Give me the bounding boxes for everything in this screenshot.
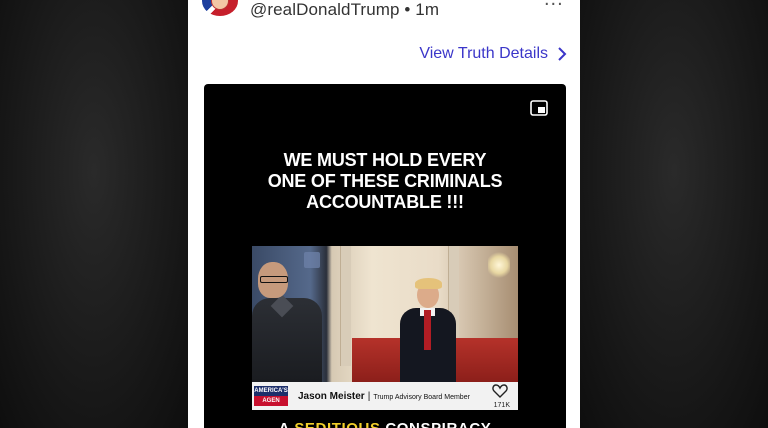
avatar[interactable] [202,0,238,16]
video-caption: A SEDITIOUS CONSPIRACY [204,420,566,428]
speaker-hair [415,278,442,289]
truth-post-card: @realDonaldTrump • 1m ... View Truth Det… [188,0,580,428]
pillar [340,246,351,366]
nameplate-divider: | [367,391,371,402]
more-options-button[interactable]: ... [544,0,564,11]
headline-line: WE MUST HOLD EVERY [283,150,487,170]
video-player[interactable]: WE MUST HOLD EVERY ONE OF THESE CRIMINAL… [204,84,566,428]
chevron-right-icon [558,47,567,61]
picture-in-picture-icon[interactable] [530,100,548,116]
post-meta: @realDonaldTrump • 1m [250,0,439,20]
embedded-news-clip: AMERICA'S AGEN Jason Meister | Trump Advis… [252,246,518,410]
user-handle[interactable]: @realDonaldTrump [250,0,400,19]
view-truth-details-label: View Truth Details [419,45,548,62]
news-scene [252,246,518,382]
video-headline: WE MUST HOLD EVERY ONE OF THESE CRIMINAL… [204,150,566,213]
headline-line: ACCOUNTABLE !!! [306,192,464,212]
network-logo-bottom: AGEN [262,398,280,404]
caption-highlight: SEDITIOUS [294,420,380,428]
caption-suffix: CONSPIRACY [385,420,491,428]
guest-name: Jason Meister [298,391,365,402]
guest-role: Trump Advisory Board Member [373,394,470,401]
background-left [0,0,188,428]
lower-third: AMERICA'S AGEN Jason Meister | Trump Advis… [252,382,518,410]
view-truth-details-link[interactable]: View Truth Details [419,45,568,63]
headline-line: ONE OF THESE CRIMINALS [267,171,503,191]
background-right [580,0,768,428]
heart-icon [492,384,508,398]
network-logo: AMERICA'S AGEN [254,386,288,406]
studio-backdrop [304,252,320,268]
post-time: 1m [415,0,440,19]
anchor-glasses [260,276,288,283]
network-logo-top: AMERICA'S [254,386,288,396]
caption-prefix: A [279,420,290,428]
chandelier [488,250,510,280]
speaker-tie [424,310,431,350]
nameplate: Jason Meister | Trump Advisory Board Membe… [298,391,470,402]
like-count: 171K [493,402,510,409]
meta-separator: • [404,0,411,19]
